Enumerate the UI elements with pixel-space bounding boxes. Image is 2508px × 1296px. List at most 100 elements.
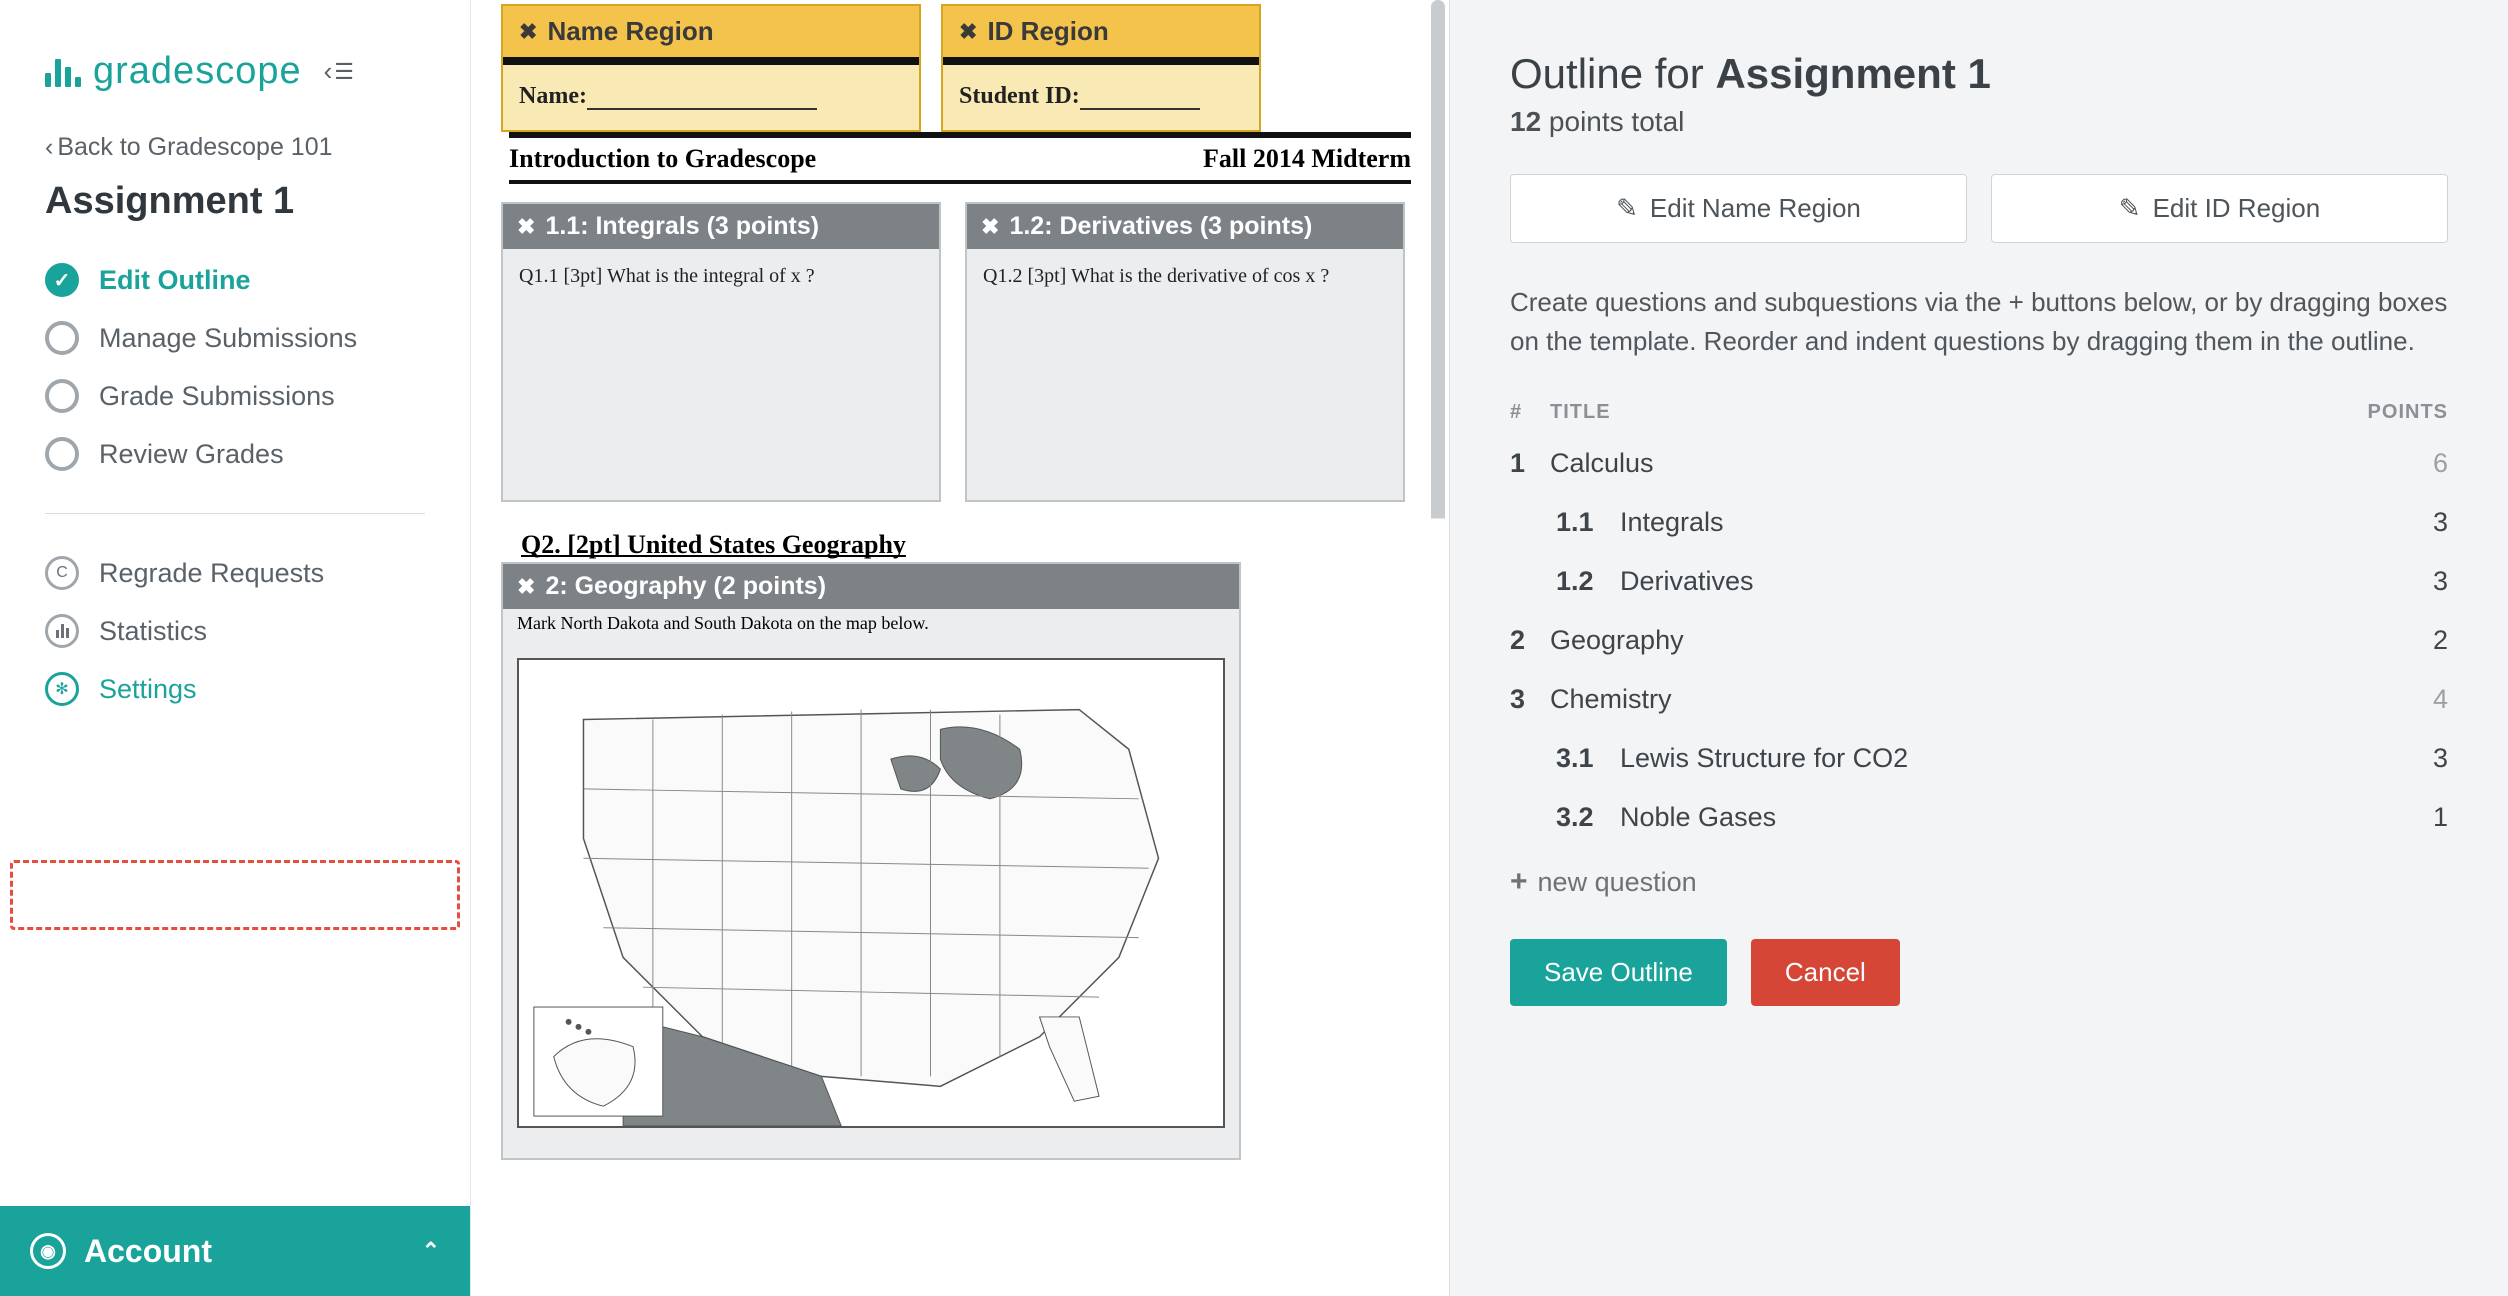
qbox-body-text: Q1.1 [3pt] What is the integral of x ? bbox=[503, 249, 939, 304]
name-region-box[interactable]: ✖ Name Region Name: bbox=[501, 4, 921, 132]
account-bar[interactable]: ◉ Account ⌃ bbox=[0, 1206, 470, 1296]
logo[interactable]: gradescope ‹☰ bbox=[45, 50, 425, 93]
chevron-up-icon: ⌃ bbox=[422, 1238, 440, 1264]
button-label: Edit ID Region bbox=[2153, 193, 2321, 224]
circle-icon bbox=[45, 379, 79, 413]
row-points: 6 bbox=[2348, 448, 2448, 479]
sidebar-settings[interactable]: ✻ Settings bbox=[45, 660, 425, 718]
chevron-left-icon: ‹ bbox=[45, 133, 53, 162]
nav-label: Statistics bbox=[99, 616, 207, 647]
row-title: Integrals bbox=[1620, 507, 2348, 538]
pencil-icon: ✎ bbox=[1616, 193, 1638, 224]
settings-highlight bbox=[10, 860, 460, 930]
question-box-2[interactable]: ✖ 2: Geography (2 points) Mark North Dak… bbox=[501, 562, 1241, 1160]
outline-row-1-1[interactable]: 1.1 Integrals 3 bbox=[1510, 493, 2448, 552]
document-title-row: Introduction to Gradescope Fall 2014 Mid… bbox=[501, 138, 1419, 180]
row-points: 3 bbox=[2348, 566, 2448, 597]
outline-row-3[interactable]: 3 Chemistry 4 bbox=[1510, 670, 2448, 729]
close-icon[interactable]: ✖ bbox=[981, 214, 999, 240]
save-outline-button[interactable]: Save Outline bbox=[1510, 939, 1727, 1006]
close-icon[interactable]: ✖ bbox=[517, 214, 535, 240]
row-points: 4 bbox=[2348, 684, 2448, 715]
pencil-icon: ✎ bbox=[2119, 193, 2141, 224]
outline-row-2[interactable]: 2 Geography 2 bbox=[1510, 611, 2448, 670]
row-title: Derivatives bbox=[1620, 566, 2348, 597]
outline-row-3-1[interactable]: 3.1 Lewis Structure for CO2 3 bbox=[1510, 729, 2448, 788]
sidebar-step-manage-submissions[interactable]: Manage Submissions bbox=[45, 309, 425, 367]
edit-name-region-button[interactable]: ✎ Edit Name Region bbox=[1510, 174, 1967, 243]
outline-row-1-2[interactable]: 1.2 Derivatives 3 bbox=[1510, 552, 2448, 611]
row-num: 2 bbox=[1510, 625, 1550, 656]
edit-id-region-button[interactable]: ✎ Edit ID Region bbox=[1991, 174, 2448, 243]
us-map-image bbox=[517, 658, 1225, 1128]
id-region-box[interactable]: ✖ ID Region Student ID: bbox=[941, 4, 1261, 132]
stats-icon bbox=[45, 614, 79, 648]
add-question-button[interactable]: + new question bbox=[1510, 865, 2448, 899]
points-number: 12 bbox=[1510, 106, 1541, 137]
back-link[interactable]: ‹ Back to Gradescope 101 bbox=[45, 133, 425, 162]
close-icon[interactable]: ✖ bbox=[519, 19, 537, 45]
row-num: 3.2 bbox=[1556, 802, 1620, 833]
sidebar-step-review-grades[interactable]: Review Grades bbox=[45, 425, 425, 483]
cancel-button[interactable]: Cancel bbox=[1751, 939, 1900, 1006]
doc-title-left: Introduction to Gradescope bbox=[509, 144, 816, 174]
question-box-1-1[interactable]: ✖ 1.1: Integrals (3 points) Q1.1 [3pt] W… bbox=[501, 202, 941, 502]
qbox-header-text: 1.2: Derivatives (3 points) bbox=[1009, 212, 1312, 241]
row-num: 1.1 bbox=[1556, 507, 1620, 538]
scrollbar[interactable] bbox=[1431, 0, 1445, 1296]
back-link-text: Back to Gradescope 101 bbox=[57, 133, 332, 162]
plus-icon: + bbox=[1510, 865, 1528, 899]
sidebar-step-grade-submissions[interactable]: Grade Submissions bbox=[45, 367, 425, 425]
row-num: 3 bbox=[1510, 684, 1550, 715]
sidebar-regrade-requests[interactable]: C Regrade Requests bbox=[45, 544, 425, 602]
template-editor[interactable]: ✖ Name Region Name: ✖ ID Region Student … bbox=[470, 0, 1450, 1296]
nav-label: Grade Submissions bbox=[99, 381, 335, 412]
geo-description: Mark North Dakota and South Dakota on th… bbox=[503, 609, 1239, 638]
outline-instructions: Create questions and subquestions via th… bbox=[1510, 283, 2448, 361]
nav-label: Manage Submissions bbox=[99, 323, 357, 354]
outline-panel: Outline for Assignment 1 12 points total… bbox=[1450, 0, 2508, 1296]
close-icon[interactable]: ✖ bbox=[959, 19, 977, 45]
row-points: 2 bbox=[2348, 625, 2448, 656]
sidebar-statistics[interactable]: Statistics bbox=[45, 602, 425, 660]
circle-icon bbox=[45, 321, 79, 355]
row-title: Geography bbox=[1550, 625, 2348, 656]
qbox-body-text: Q1.2 [3pt] What is the derivative of cos… bbox=[967, 249, 1403, 304]
row-title: Noble Gases bbox=[1620, 802, 2348, 833]
row-title: Chemistry bbox=[1550, 684, 2348, 715]
regrade-icon: C bbox=[45, 556, 79, 590]
row-points: 3 bbox=[2348, 743, 2448, 774]
qbox-header-text: 1.1: Integrals (3 points) bbox=[545, 212, 819, 241]
id-label: Student ID: bbox=[959, 83, 1080, 109]
hdr-points: POINTS bbox=[2348, 401, 2448, 424]
row-num: 3.1 bbox=[1556, 743, 1620, 774]
assignment-title: Assignment 1 bbox=[45, 180, 425, 223]
nav-label: Regrade Requests bbox=[99, 558, 324, 589]
region-header-text: Name Region bbox=[547, 16, 713, 47]
heading-strong: Assignment 1 bbox=[1715, 50, 1990, 97]
outline-row-1[interactable]: 1 Calculus 6 bbox=[1510, 434, 2448, 493]
outline-heading: Outline for Assignment 1 bbox=[1510, 50, 2448, 98]
name-label: Name: bbox=[519, 83, 587, 109]
hdr-title: TITLE bbox=[1550, 401, 2348, 424]
collapse-sidebar-icon[interactable]: ‹☰ bbox=[324, 56, 354, 87]
button-label: Edit Name Region bbox=[1650, 193, 1861, 224]
row-points: 1 bbox=[2348, 802, 2448, 833]
points-suffix: points total bbox=[1541, 106, 1684, 137]
account-label: Account bbox=[84, 1233, 212, 1270]
divider bbox=[45, 513, 425, 514]
nav-label: Edit Outline bbox=[99, 265, 251, 296]
row-points: 3 bbox=[2348, 507, 2448, 538]
circle-icon bbox=[45, 437, 79, 471]
qbox-header-text: 2: Geography (2 points) bbox=[545, 572, 826, 601]
add-question-label: new question bbox=[1538, 867, 1697, 898]
row-title: Calculus bbox=[1550, 448, 2348, 479]
sidebar-step-edit-outline[interactable]: Edit Outline bbox=[45, 251, 425, 309]
close-icon[interactable]: ✖ bbox=[517, 574, 535, 600]
question-box-1-2[interactable]: ✖ 1.2: Derivatives (3 points) Q1.2 [3pt]… bbox=[965, 202, 1405, 502]
section-2-title: Q2. [2pt] United States Geography bbox=[521, 530, 1419, 560]
sidebar: gradescope ‹☰ ‹ Back to Gradescope 101 A… bbox=[0, 0, 470, 1296]
outline-row-3-2[interactable]: 3.2 Noble Gases 1 bbox=[1510, 788, 2448, 847]
row-num: 1.2 bbox=[1556, 566, 1620, 597]
check-icon bbox=[45, 263, 79, 297]
